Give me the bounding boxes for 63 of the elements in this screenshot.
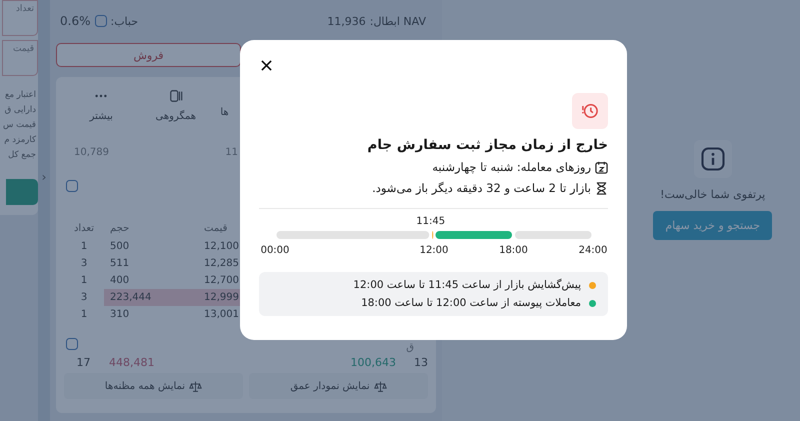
table-cell: 12,100 (204, 241, 240, 252)
table-cell-text: 511 (109, 258, 130, 269)
tick-label: 12:00 (420, 245, 448, 256)
tick-label: 18:00 (499, 245, 528, 256)
bubble-label: حباب: (110, 14, 138, 28)
total-count: 17 (75, 356, 92, 368)
search-buy-button[interactable]: جستجو و خرید سهام (653, 211, 772, 240)
table-cell-text: 3 (80, 292, 88, 303)
sell-button[interactable]: فروش (56, 43, 241, 67)
summary-value: 10,789 (74, 147, 109, 158)
tick-label: 24:00 (578, 245, 608, 256)
summary-label: قیمت س (3, 119, 37, 132)
table-cell: 13,001 (204, 309, 240, 320)
table-cell-text: 1 (80, 241, 88, 252)
show-button[interactable]: نمایش همه مظنه‌ها (64, 373, 243, 399)
tick-label: 00:00 (260, 245, 290, 256)
scale-icon (374, 380, 387, 392)
tab[interactable]: بیشتر (64, 87, 139, 127)
nav-label: NAV ابطال: (370, 14, 426, 28)
side-label: ق (406, 342, 414, 353)
legend-text: پیش‌گشایش بازار از ساعت 11:45 تا ساعت 12:00 (353, 279, 581, 291)
column-header: حجم (109, 222, 130, 234)
nav-value: 11,936 (327, 14, 366, 28)
table-cell-text: 1 (80, 309, 88, 320)
info-icon (694, 140, 732, 178)
time-marker-label: 11:45 (416, 216, 446, 227)
table-cell-text: 223,444 (109, 292, 152, 303)
tab[interactable]: ها (213, 87, 236, 127)
table-cell-text: 310 (109, 309, 130, 320)
column-header: تعداد (72, 222, 96, 234)
calendar-icon (595, 160, 608, 174)
info-text: بازار تا 2 ساعت و 32 دقیقه دیگر باز می‌شود. (372, 181, 591, 195)
input-field[interactable]: تعداد (2, 0, 38, 36)
empty-message: پرتفوی شما خالی‌ست! (660, 188, 766, 201)
summary-label: جمع کل (8, 149, 37, 162)
total-volume: 100,643 (350, 356, 396, 368)
summary-value: 11 (225, 147, 238, 158)
table-cell-text: 1 (80, 275, 88, 286)
hourglass-icon (595, 182, 608, 194)
dialog-title: خارج از زمان مجاز ثبت سفارش جام (367, 137, 608, 153)
table-cell: 12,999 (204, 292, 240, 303)
input-field[interactable]: قیمت (2, 40, 38, 76)
total-volume: 448,481 (108, 356, 156, 368)
clock-alert-icon (572, 93, 608, 129)
total-count: 13 (414, 356, 428, 368)
table-cell: 12,700 (204, 275, 240, 286)
timeline-segment (432, 231, 434, 239)
table-cell-text: 3 (80, 258, 88, 269)
tab[interactable]: همگروهی (138, 87, 214, 127)
summary-label: دارایی ق (4, 104, 37, 117)
columns-icon (168, 89, 183, 103)
collapse-handle[interactable]: ‹ (42, 170, 46, 184)
table-cell-text: 500 (109, 241, 130, 252)
summary-label: اعتبار مع (4, 89, 37, 102)
bubble-value: 0.6% (60, 14, 90, 28)
column-header: قیمت (204, 222, 228, 234)
scale-icon (189, 380, 202, 392)
table-cell: 12,285 (204, 258, 240, 269)
legend-text: معاملات پیوسته از ساعت 12:00 تا ساعت 18:00 (361, 297, 581, 309)
show-button[interactable]: نمایش نمودار عمق (249, 373, 428, 399)
summary-label: کارمزد م (4, 134, 37, 147)
table-cell-text: 400 (109, 275, 130, 286)
info-text: روزهای معامله: شنبه تا چهارشنبه (432, 160, 591, 174)
